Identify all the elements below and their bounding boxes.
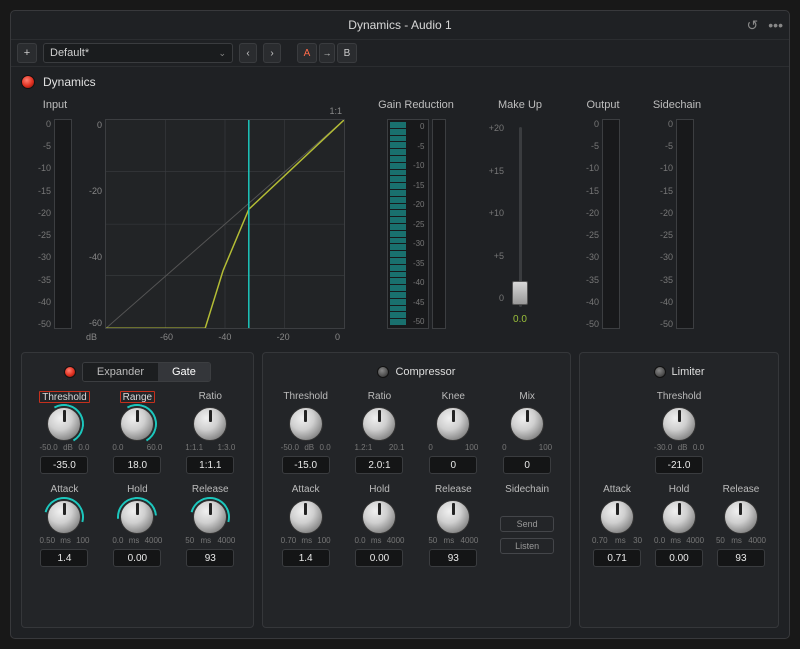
comp-power[interactable] xyxy=(377,366,389,378)
gate-mode-segment: Expander Gate xyxy=(82,362,211,382)
gate-threshold-value[interactable]: -35.0 xyxy=(40,456,88,474)
ab-b-button[interactable]: B xyxy=(337,43,357,63)
ab-swap-button[interactable]: → xyxy=(319,43,335,63)
gr-label: Gain Reduction xyxy=(378,99,454,113)
input-label: Input xyxy=(43,99,67,113)
window-title: Dynamics - Audio 1 xyxy=(11,18,789,32)
ab-a-button[interactable]: A xyxy=(297,43,317,63)
add-preset-button[interactable]: + xyxy=(17,43,37,63)
gate-power[interactable] xyxy=(64,366,76,378)
preset-bar: + Default* ⌄ ‹ › A → B xyxy=(11,39,789,67)
gate-attack-knob[interactable] xyxy=(47,500,81,534)
gr-meter: 0-5-10-15-20-25-30-35-40-45-50 xyxy=(387,119,429,329)
sidechain-meter xyxy=(676,119,694,329)
gate-range-label: Range xyxy=(120,391,155,403)
section-header: Dynamics xyxy=(11,67,789,97)
gate-tab[interactable]: Gate xyxy=(158,363,210,381)
gate-release-knob[interactable] xyxy=(193,500,227,534)
comp-title: Compressor xyxy=(395,366,455,378)
lim-power[interactable] xyxy=(654,366,666,378)
output-meter xyxy=(602,119,620,329)
power-toggle[interactable] xyxy=(21,75,35,89)
lim-release-knob[interactable] xyxy=(724,500,758,534)
gate-hold-knob[interactable] xyxy=(120,500,154,534)
expander-tab[interactable]: Expander xyxy=(83,363,158,381)
comp-attack-knob[interactable] xyxy=(289,500,323,534)
comp-knee-knob[interactable] xyxy=(436,407,470,441)
sidechain-send-button[interactable]: Send xyxy=(500,516,554,532)
lim-hold-knob[interactable] xyxy=(662,500,696,534)
gate-ratio-value[interactable]: 1:1.1 xyxy=(186,456,234,474)
preset-select[interactable]: Default* ⌄ xyxy=(43,43,233,63)
input-ticks: 0-5-10-15-20-25-30-35-40-50 xyxy=(38,119,51,329)
gate-ratio-knob[interactable] xyxy=(193,407,227,441)
gate-range-value[interactable]: 18.0 xyxy=(113,456,161,474)
gate-ratio-label: Ratio xyxy=(199,391,222,403)
lim-attack-knob[interactable] xyxy=(600,500,634,534)
comp-hold-knob[interactable] xyxy=(362,500,396,534)
output-label: Output xyxy=(586,99,619,113)
gate-threshold-label: Threshold xyxy=(39,391,89,403)
comp-release-knob[interactable] xyxy=(436,500,470,534)
input-meter xyxy=(54,119,72,329)
comp-ratio-knob[interactable] xyxy=(362,407,396,441)
preset-next-button[interactable]: › xyxy=(263,43,281,63)
gr-meter-2 xyxy=(432,119,446,329)
makeup-handle[interactable] xyxy=(512,281,528,305)
history-icon[interactable]: ↺ xyxy=(747,17,759,34)
transfer-curve: 1:1 0-20-40-60 dB xyxy=(105,119,345,329)
section-name: Dynamics xyxy=(43,75,96,89)
comp-threshold-knob[interactable] xyxy=(289,407,323,441)
titlebar: Dynamics - Audio 1 ↺ ••• xyxy=(11,11,789,39)
lim-threshold-knob[interactable] xyxy=(662,407,696,441)
more-icon[interactable]: ••• xyxy=(768,17,783,34)
gate-range-knob[interactable] xyxy=(120,407,154,441)
preset-prev-button[interactable]: ‹ xyxy=(239,43,257,63)
makeup-value: 0.0 xyxy=(500,314,540,325)
makeup-slider[interactable]: +20+15+10+50 0.0 xyxy=(508,119,532,329)
compressor-panel: Compressor Threshold-50.0dB0.0-15.0 Rati… xyxy=(262,352,571,628)
limiter-panel: Limiter Threshold-30.0dB0.0-21.0 Attack0… xyxy=(579,352,779,628)
preset-name: Default* xyxy=(50,47,89,59)
sidechain-listen-button[interactable]: Listen xyxy=(500,538,554,554)
comp-mix-knob[interactable] xyxy=(510,407,544,441)
gate-panel: Expander Gate Threshold -50.0dB0.0 -35.0… xyxy=(21,352,254,628)
dynamics-window: Dynamics - Audio 1 ↺ ••• + Default* ⌄ ‹ … xyxy=(10,10,790,639)
gate-threshold-knob[interactable] xyxy=(47,407,81,441)
sidechain-label: Sidechain xyxy=(653,99,701,113)
ratio-readout: 1:1 xyxy=(329,106,342,116)
lim-title: Limiter xyxy=(672,366,705,378)
chevron-down-icon: ⌄ xyxy=(218,48,226,59)
makeup-label: Make Up xyxy=(498,99,542,113)
